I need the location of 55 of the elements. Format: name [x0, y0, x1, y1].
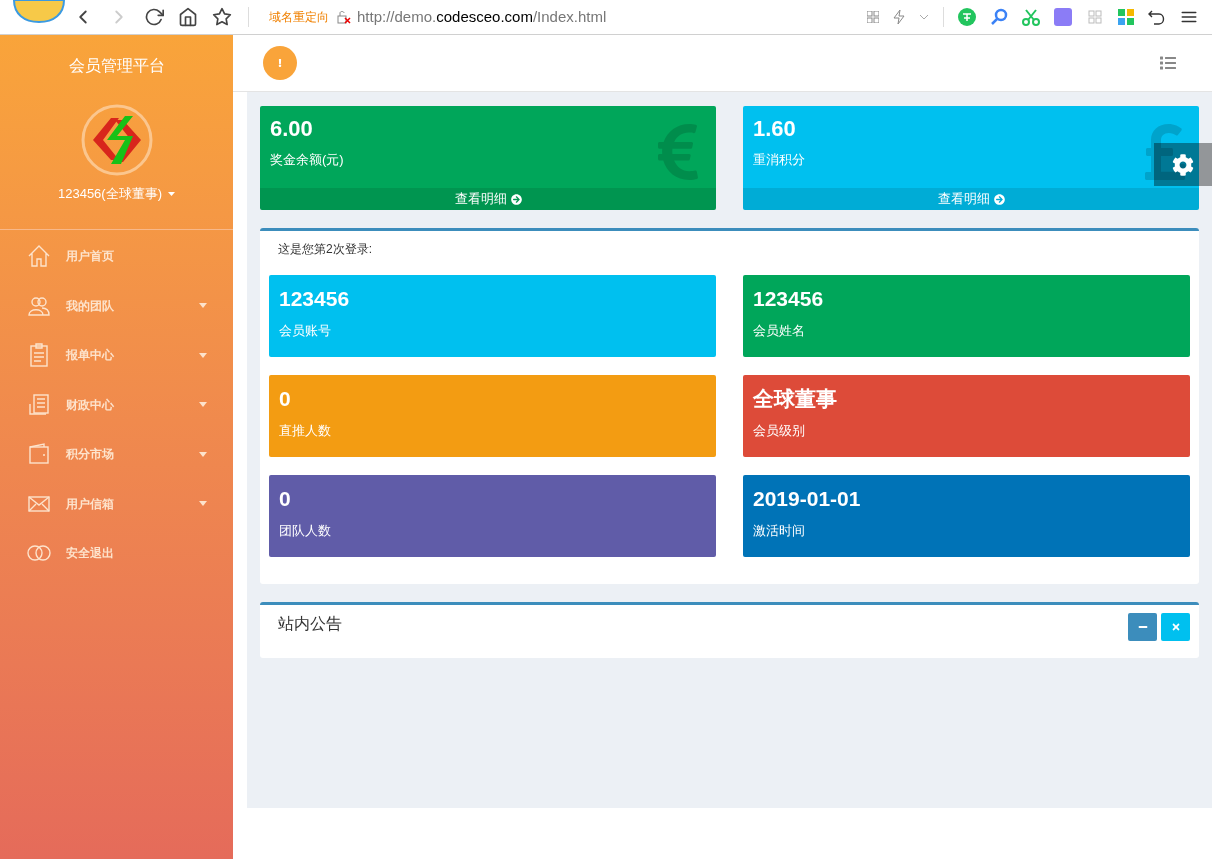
tile-value: 123456 — [279, 286, 351, 312]
stat-label: 重消积分 — [753, 151, 805, 169]
grid-icon[interactable] — [1086, 8, 1104, 26]
insecure-lock-icon — [337, 10, 351, 24]
document-icon — [26, 391, 52, 418]
house-icon — [26, 243, 52, 270]
undo-icon[interactable] — [1148, 8, 1166, 26]
close-button[interactable] — [1161, 613, 1190, 641]
star-icon[interactable] — [212, 7, 232, 27]
tile-value: 全球董事 — [753, 386, 838, 412]
sidebar-item[interactable]: 积分市场 — [0, 429, 233, 479]
lightning-icon[interactable] — [893, 10, 905, 24]
sidebar-item[interactable]: 财政中心 — [0, 380, 233, 430]
tile-label: 团队人数 — [279, 522, 332, 540]
close-icon — [1170, 622, 1181, 632]
exclamation-icon — [276, 59, 284, 67]
tile-value: 0 — [279, 486, 292, 512]
notice-title: 站内公告 — [278, 614, 342, 634]
sidebar-item[interactable]: 用户信箱 — [0, 479, 233, 529]
address-field[interactable]: http://demo.codesceo.com/Index.html — [357, 5, 607, 29]
sidebar-title: 会员管理平台 — [67, 56, 166, 76]
apps-icon[interactable] — [1118, 9, 1134, 25]
details-link[interactable]: 查看明细 — [260, 188, 716, 210]
login-message: 这是您第2次登录: — [277, 241, 373, 258]
sidebar-item[interactable]: 我的团队 — [0, 281, 233, 331]
sidebar-item[interactable]: 安全退出 — [0, 528, 233, 578]
gear-icon — [1172, 153, 1194, 176]
redirect-label: 域名重定向 — [269, 9, 329, 26]
tile-label: 会员姓名 — [753, 322, 806, 340]
reload-icon[interactable] — [144, 7, 164, 27]
details-link[interactable]: 查看明细 — [743, 188, 1199, 210]
settings-button[interactable] — [1154, 143, 1212, 186]
scissors-icon[interactable] — [1022, 8, 1040, 26]
tile-label: 会员账号 — [279, 322, 332, 340]
tile-value: 123456 — [753, 286, 825, 312]
tile-label: 直推人数 — [279, 422, 332, 440]
screen-icon[interactable] — [1054, 8, 1072, 26]
tile-label: 激活时间 — [753, 522, 806, 540]
stat-label: 奖金余额(元) — [270, 151, 344, 169]
list-icon[interactable] — [1160, 55, 1176, 71]
sidebar-item[interactable]: 报单中心 — [0, 330, 233, 380]
collapse-button[interactable] — [1128, 613, 1157, 641]
stat-value: 1.60 — [753, 116, 796, 142]
qr-icon[interactable] — [867, 11, 879, 23]
tile-value: 0 — [279, 386, 292, 412]
sidebar-item[interactable]: 用户首页 — [0, 231, 233, 281]
browser-logo-icon — [10, 0, 68, 24]
user-dropdown[interactable]: 123456(全球董事) — [57, 184, 175, 204]
tile-label: 会员级别 — [753, 422, 806, 440]
caret-icon — [168, 191, 175, 196]
stat-value: 6.00 — [270, 116, 313, 142]
home-icon[interactable] — [178, 7, 198, 27]
alert-button[interactable] — [263, 46, 297, 80]
tile-value: 2019-01-01 — [753, 486, 862, 512]
chevron-down-icon[interactable] — [919, 14, 929, 20]
